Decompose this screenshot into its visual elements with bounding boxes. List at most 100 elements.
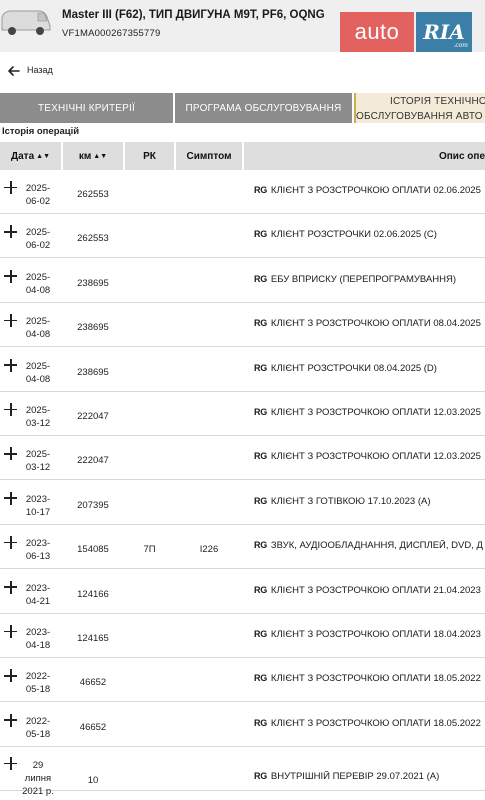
ria-logo-text: RIA xyxy=(423,20,465,44)
table-row[interactable]: 2025- 04-08 238695 RG КЛІЄНТ РОЗСТРОЧКИ 08.0… xyxy=(0,348,485,392)
table-row[interactable]: 2025- 04-08 238695 RG КЛІЄНТ З РОЗСТРОЧКОЮ О… xyxy=(0,303,485,348)
vehicle-vin: VF1MA000267355779 xyxy=(62,28,161,39)
row-date-part: 04-08 xyxy=(25,373,51,385)
column-header-date-label: Дата xyxy=(10,150,35,162)
row-date-part: 2023- xyxy=(25,627,51,638)
row-date-part: 04-18 xyxy=(25,640,51,651)
row-description: RG КЛІЄНТ З РОЗСТРОЧКОЮ ОПЛАТИ 21.04.2023 xyxy=(254,585,485,596)
column-header-km[interactable]: км ▲▼ xyxy=(63,142,123,170)
row-date-part: 2025- xyxy=(25,227,51,239)
row-km: 222047 xyxy=(77,411,109,422)
table-row[interactable]: 2025- 03-12 222047 RG КЛІЄНТ З РОЗСТРОЧКОЮ О… xyxy=(0,392,485,436)
row-description: RG ЗВУК, АУДІООБЛАДНАННЯ, ДИСПЛЕЙ, DVD, Д xyxy=(254,540,485,551)
row-date-part: 2023- xyxy=(25,538,51,550)
row-description-text: КЛІЄНТ З ГОТІВКОЮ 17.10.2023 (A) xyxy=(270,495,431,507)
tab-service-history[interactable]: ІСТОРІЯ ТЕХНІЧНОГ ОБСЛУГОВУВАННЯ АВТО xyxy=(354,93,485,123)
row-date: 2023- 04-21 xyxy=(14,582,62,608)
table-row[interactable]: 2022- 05-18 46652 RG КЛІЄНТ З РОЗСТРОЧКОЮ ОП… xyxy=(0,658,485,703)
row-tag: RG xyxy=(254,273,267,284)
row-description-text: КЛІЄНТ З РОЗСТРОЧКОЮ ОПЛАТИ 02.06.2025 xyxy=(270,185,481,196)
row-date-part: 2022- xyxy=(25,715,51,727)
row-date-part: 04-08 xyxy=(25,329,51,341)
table-row[interactable]: 2022- 05-18 46652 RG КЛІЄНТ З РОЗСТРОЧКОЮ ОП… xyxy=(0,703,485,747)
tab-service-history-line2: ОБСЛУГОВУВАННЯ АВТО xyxy=(356,111,483,122)
row-description: RG КЛІЄНТ РОЗСТРОЧКИ 02.06.2025 (C) xyxy=(254,229,485,240)
row-description-text: КЛІЄНТ З РОЗСТРОЧКОЮ ОПЛАТИ 12.03.2025 xyxy=(270,451,481,463)
row-date-part: 05-18 xyxy=(25,728,51,740)
row-km: 46652 xyxy=(79,721,107,733)
van-icon xyxy=(1,10,51,35)
row-description-text: ВНУТРІШНІЙ ПЕРЕВІР 29.07.2021 (A) xyxy=(270,771,440,783)
table-row[interactable]: 2025- 03-12 222047 RG КЛІЄНТ З РОЗСТРОЧКОЮ О… xyxy=(0,436,485,481)
table-header: Дата ▲▼ км ▲▼ РК Симптом Опис опе xyxy=(0,142,485,170)
row-km: 238695 xyxy=(77,322,109,334)
row-tag: RG xyxy=(254,584,267,595)
table-row[interactable]: 2023- 10-17 207395 RG КЛІЄНТ З ГОТІВКОЮ 17.1… xyxy=(0,481,485,525)
column-header-symptom: Симптом xyxy=(176,142,242,170)
tab-service-program[interactable]: ПРОГРАМА ОБСЛУГОВУВАННЯ xyxy=(175,93,352,123)
row-tag: RG xyxy=(254,495,267,506)
column-header-date[interactable]: Дата ▲▼ xyxy=(0,142,61,170)
row-tag: RG xyxy=(254,540,267,551)
row-tag: RG xyxy=(254,629,267,639)
row-date-part: 2021 р. xyxy=(22,786,54,798)
row-date-part: 05-18 xyxy=(25,684,51,696)
row-date-part: 2025- xyxy=(25,316,51,328)
back-link[interactable]: Назад xyxy=(27,65,53,75)
ria-logo[interactable]: RIA .com xyxy=(416,12,472,52)
row-date: 2025- 03-12 xyxy=(14,448,62,474)
table-row[interactable]: 2025- 06-02 262553 RG КЛІЄНТ РОЗСТРОЧКИ 02.0… xyxy=(0,214,485,259)
vehicle-title: Master III (F62), ТИП ДВИГУНА M9T, PF6, … xyxy=(62,9,325,21)
row-km: 154085 xyxy=(77,544,109,556)
row-date-part: 03-12 xyxy=(25,462,51,474)
tab-technical-criteria[interactable]: ТЕХНІЧНІ КРИТЕРІЇ xyxy=(0,93,173,123)
row-km: 124166 xyxy=(77,588,109,600)
row-date: 2023- 06-13 xyxy=(14,537,62,563)
row-date-part: 2025- xyxy=(25,183,51,194)
row-km: 10 xyxy=(87,775,99,787)
row-date-part: 29 xyxy=(32,760,44,772)
auto-logo[interactable]: auto xyxy=(340,12,414,52)
row-description: RG КЛІЄНТ З РОЗСТРОЧКОЮ ОПЛАТИ 08.04.2025 xyxy=(254,318,485,329)
row-description: RG КЛІЄНТ З РОЗСТРОЧКОЮ ОПЛАТИ 18.05.2022 xyxy=(254,718,485,729)
row-date: 2025- 04-08 xyxy=(14,271,62,297)
row-tag: RG xyxy=(254,318,267,329)
tab-service-history-line1: ІСТОРІЯ ТЕХНІЧНОГ xyxy=(390,96,485,107)
row-description: RG КЛІЄНТ З РОЗСТРОЧКОЮ ОПЛАТИ 12.03.2025 xyxy=(254,451,485,462)
sort-icon: ▲▼ xyxy=(93,152,108,160)
table-row[interactable]: 29 липня 2021 р. 10 RG ВНУТРІШНІЙ ПЕРЕВІР 29.… xyxy=(0,747,485,797)
row-description: RG КЛІЄНТ З РОЗСТРОЧКОЮ ОПЛАТИ 02.06.2025 xyxy=(254,185,485,196)
column-header-description: Опис опе xyxy=(244,142,485,170)
row-date: 2025- 04-08 xyxy=(14,315,62,341)
row-date: 2022- 05-18 xyxy=(14,715,62,741)
table-row[interactable]: 2023- 06-13 154085 7П I226 RG ЗВУК, АУДІООБЛАД… xyxy=(0,525,485,570)
row-description: RG КЛІЄНТ З РОЗСТРОЧКОЮ ОПЛАТИ 12.03.2025 xyxy=(254,407,485,418)
row-km: 46652 xyxy=(79,677,107,689)
row-km: 207395 xyxy=(77,499,109,511)
row-km: 238695 xyxy=(77,366,109,378)
row-rk: 7П xyxy=(143,544,156,556)
tab-bar: ТЕХНІЧНІ КРИТЕРІЇ ПРОГРАМА ОБСЛУГОВУВАНН… xyxy=(0,93,485,123)
row-tag: RG xyxy=(254,717,267,728)
row-km: 262553 xyxy=(77,189,109,200)
back-arrow-icon[interactable] xyxy=(7,64,21,78)
table-row[interactable]: 2023- 04-21 124166 RG КЛІЄНТ З РОЗСТРОЧКОЮ О… xyxy=(0,570,485,614)
row-date-part: 2025- xyxy=(25,271,51,283)
row-description-text: ЕБУ ВПРИСКУ (ПЕРЕПРОГРАМУВАННЯ) xyxy=(270,273,457,285)
row-date: 2025- 06-02 xyxy=(14,226,62,252)
table-row[interactable]: 2025- 06-02 262553 RG КЛІЄНТ З РОЗСТРОЧКОЮ О… xyxy=(0,170,485,214)
row-date-part: 03-12 xyxy=(25,418,51,429)
row-description-text: КЛІЄНТ РОЗСТРОЧКИ 08.04.2025 (D) xyxy=(270,362,437,374)
row-tag: RG xyxy=(254,229,267,240)
row-date: 2025- 03-12 xyxy=(14,404,62,430)
row-description-text: КЛІЄНТ РОЗСТРОЧКИ 02.06.2025 (C) xyxy=(270,229,437,241)
row-description: RG ВНУТРІШНІЙ ПЕРЕВІР 29.07.2021 (A) xyxy=(254,771,485,782)
row-description-text: ЗВУК, АУДІООБЛАДНАННЯ, ДИСПЛЕЙ, DVD, Д xyxy=(270,540,483,552)
row-date-part: 10-17 xyxy=(25,506,51,518)
row-km: 222047 xyxy=(77,455,109,467)
table-row[interactable]: 2025- 04-08 238695 RG ЕБУ ВПРИСКУ (ПЕРЕПРОГР… xyxy=(0,259,485,303)
row-tag: RG xyxy=(254,362,267,373)
table-row[interactable]: 2023- 04-18 124165 RG КЛІЄНТ З РОЗСТРОЧКОЮ О… xyxy=(0,614,485,658)
sort-icon: ▲▼ xyxy=(36,152,50,160)
row-date-part: 2023- xyxy=(25,582,51,594)
